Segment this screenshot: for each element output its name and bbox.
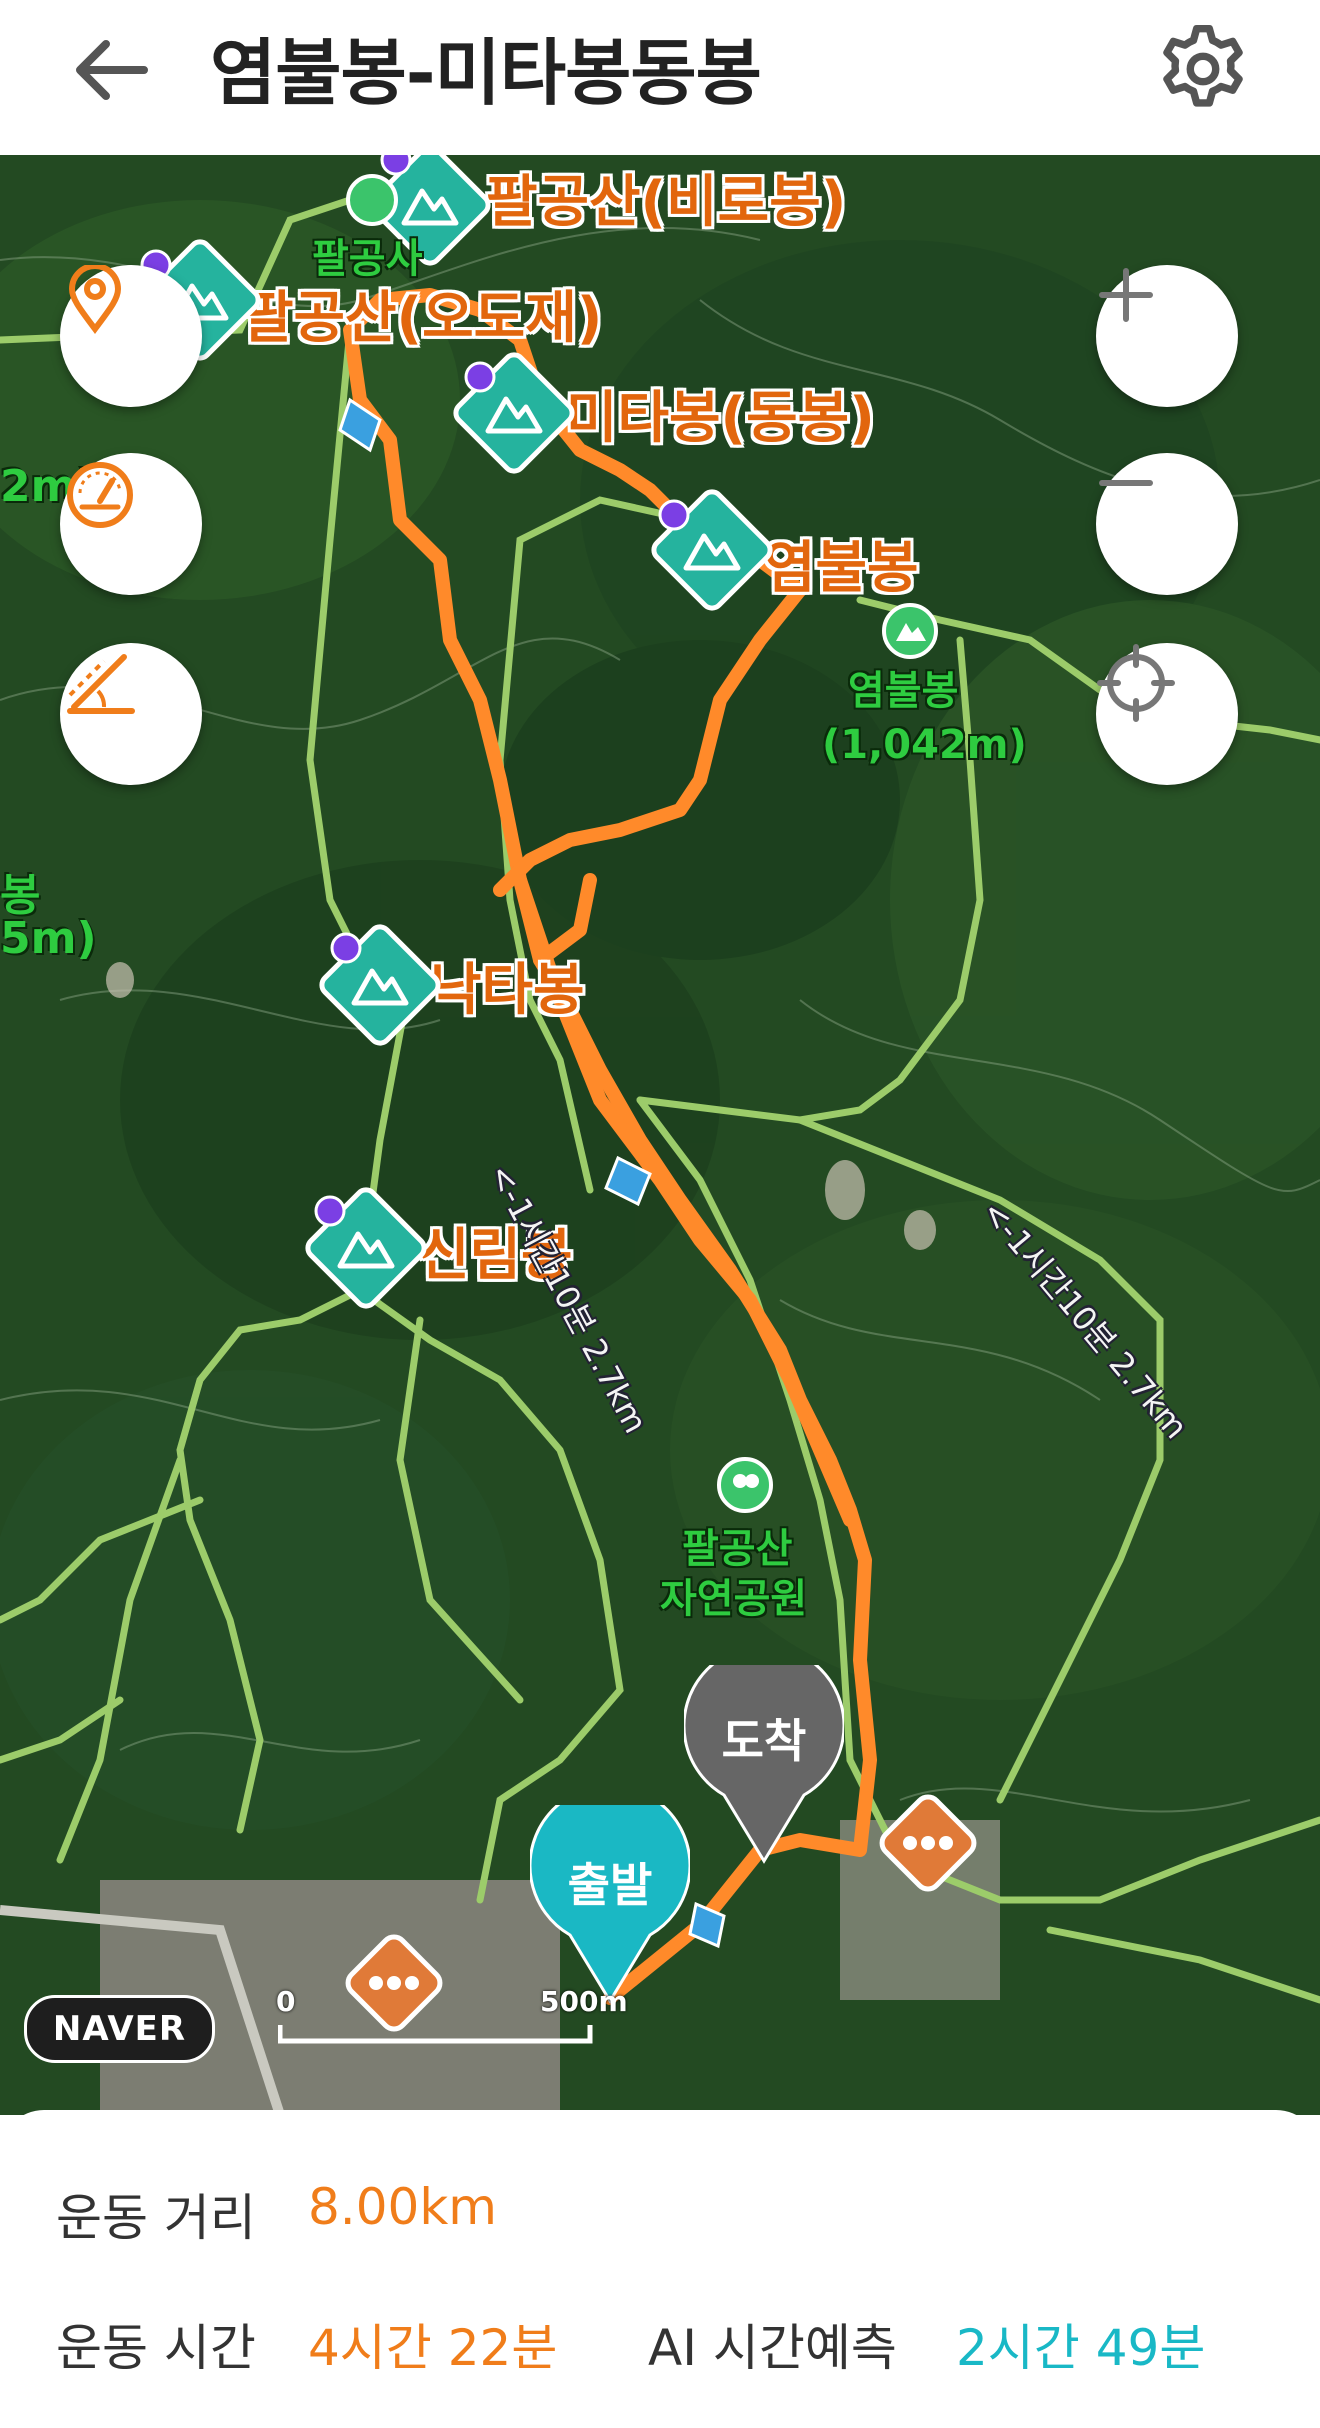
map-view[interactable]: 팔공산(비로봉) 팔공산(오도재) 미타봉(동봉) 염불봉 낙타봉 신림봉 팔공…	[0, 155, 1320, 2115]
stats-panel: 운동 거리 8.00km 운동 시간 4시간 22분 AI 시간예측 2시간 4…	[0, 2110, 1320, 2428]
zoom-in-button[interactable]	[1096, 265, 1238, 407]
ai-prediction-value: 2시간 49분	[956, 2319, 1206, 2377]
gear-icon	[1163, 25, 1243, 107]
arrival-label: 도착	[721, 1714, 807, 1768]
slope-button[interactable]	[60, 643, 202, 785]
speed-button[interactable]	[60, 453, 202, 595]
zoom-out-icon	[1099, 480, 1153, 486]
departure-marker[interactable]: 출발	[530, 1805, 690, 2005]
naver-attribution[interactable]: NAVER	[24, 1995, 215, 2063]
green-poi-icons	[346, 174, 938, 1513]
yeombulbong-altitude-label: (1,042m)	[822, 722, 1027, 768]
dots-icon[interactable]	[870, 1785, 986, 1901]
scale-start-label: 0	[276, 1985, 296, 2018]
ai-prediction-label: AI 시간예측	[648, 2319, 897, 2377]
distance-label: 운동 거리	[56, 2189, 256, 2247]
departure-label: 출발	[567, 1858, 653, 1912]
park-name-line2: 자연공원	[660, 1576, 808, 1622]
time-label: 운동 시간	[56, 2319, 256, 2377]
current-location-button[interactable]	[1096, 643, 1238, 785]
zoom-out-button[interactable]	[1096, 453, 1238, 595]
temple-label: 팔공사	[312, 236, 423, 282]
back-button[interactable]	[62, 20, 162, 120]
slope-icon	[67, 654, 135, 714]
zoom-in-icon	[1099, 268, 1153, 322]
location-pin-icon	[68, 265, 122, 334]
peak-icon	[139, 155, 773, 1309]
yeombulbong-name-label: 염불봉	[848, 668, 959, 714]
distance-value: 8.00km	[308, 2178, 497, 2236]
scale-bar	[278, 2025, 593, 2044]
park-name-line1: 팔공산	[682, 1526, 793, 1572]
my-location-pin-button[interactable]	[60, 265, 202, 407]
back-arrow-icon	[76, 40, 148, 100]
app-header: 염불봉-미타봉동봉	[0, 0, 1320, 155]
page-title: 염불봉-미타봉동봉	[210, 31, 762, 115]
time-value: 4시간 22분	[308, 2319, 558, 2377]
edge-label-altitude-2: 5m)	[0, 913, 97, 964]
locate-icon	[1097, 644, 1175, 722]
speedometer-icon	[67, 462, 133, 528]
scale-end-label: 500m	[540, 1985, 628, 2018]
settings-button[interactable]	[1150, 16, 1256, 122]
arrival-marker[interactable]: 도착	[684, 1665, 844, 1865]
